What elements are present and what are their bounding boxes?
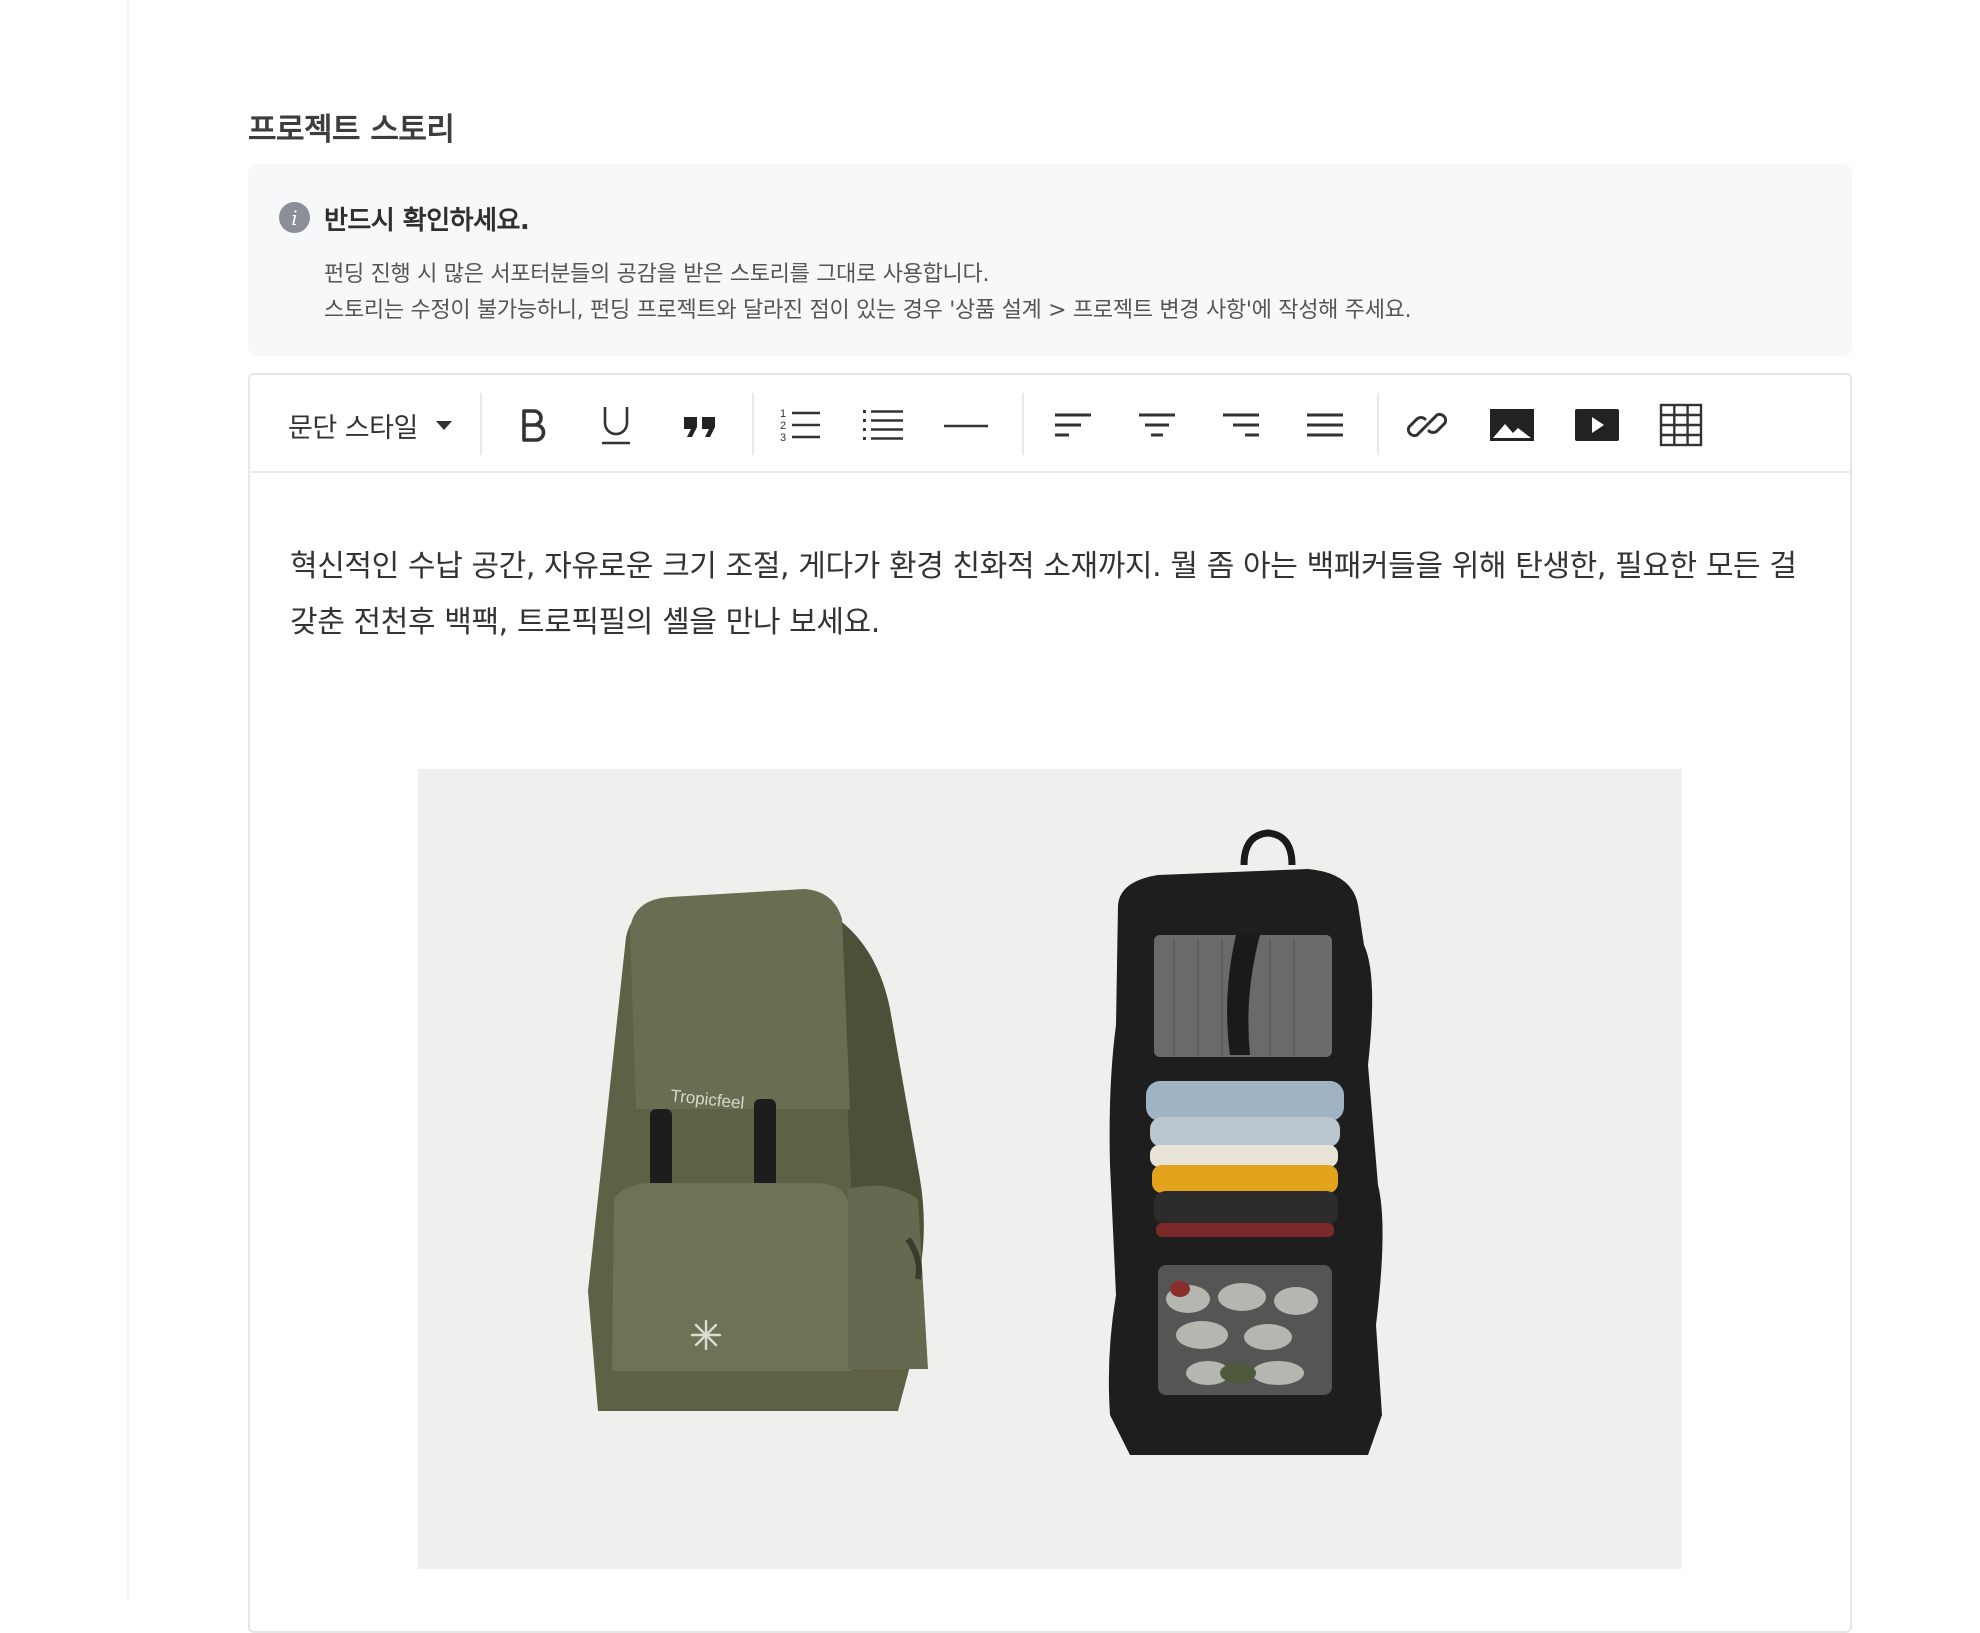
align-justify-button[interactable] (1295, 395, 1355, 455)
bullet-list-icon (863, 410, 903, 440)
editor-content-area[interactable]: 혁신적인 수납 공간, 자유로운 크기 조절, 게다가 환경 친화적 소재까지.… (250, 473, 1850, 1633)
svg-text:2: 2 (780, 420, 786, 432)
toolbar-separator (480, 393, 482, 455)
align-right-icon (1223, 413, 1259, 437)
section-title: 프로젝트 스토리 (248, 112, 455, 148)
paragraph-style-label: 문단 스타일 (288, 412, 418, 444)
align-left-icon (1055, 413, 1091, 437)
svg-text:1: 1 (780, 408, 786, 420)
underline-icon (602, 407, 630, 445)
align-center-button[interactable] (1127, 395, 1187, 455)
image-icon (1490, 409, 1534, 441)
notice-box: i 반드시 확인하세요. 펀딩 진행 시 많은 서포터분들의 공감을 받은 스토… (248, 164, 1852, 356)
bullet-list-button[interactable] (853, 395, 913, 455)
table-icon (1659, 403, 1703, 447)
link-button[interactable] (1397, 395, 1457, 455)
horizontal-rule-button[interactable] (936, 395, 996, 455)
video-button[interactable] (1567, 395, 1627, 455)
page-left-rule (127, 0, 129, 1600)
svg-text:3: 3 (780, 432, 786, 444)
quote-button[interactable] (670, 395, 730, 455)
notice-title: 반드시 확인하세요. (324, 206, 530, 236)
paragraph-style-dropdown[interactable]: 문단 스타일 (288, 403, 452, 447)
story-editor: 문단 스타일 1 2 3 혁신적인 수납 공간, 자유로운 크기 조절, 게다가… (248, 373, 1852, 1633)
backpacks-illustration: Tropicfeel (418, 769, 1682, 1569)
bold-icon (522, 409, 546, 442)
ordered-list-icon: 1 2 3 (780, 408, 820, 444)
horizontal-rule-icon (944, 424, 988, 428)
quote-icon (684, 417, 715, 437)
info-icon: i (279, 202, 310, 233)
ordered-list-button[interactable]: 1 2 3 (770, 395, 830, 455)
story-image[interactable]: Tropicfeel (418, 769, 1682, 1569)
toolbar-separator (752, 393, 754, 455)
toolbar-separator (1377, 393, 1379, 455)
story-paragraph: 혁신적인 수납 공간, 자유로운 크기 조절, 게다가 환경 친화적 소재까지.… (290, 549, 1797, 640)
align-right-button[interactable] (1211, 395, 1271, 455)
table-button[interactable] (1651, 395, 1711, 455)
link-icon (1406, 412, 1448, 438)
black-backpack-open (1108, 829, 1383, 1455)
align-center-icon (1139, 413, 1175, 437)
align-left-button[interactable] (1043, 395, 1103, 455)
editor-toolbar: 문단 스타일 1 2 3 (250, 375, 1850, 473)
notice-line-1: 펀딩 진행 시 많은 서포터분들의 공감을 받은 스토리를 그대로 사용합니다. (324, 262, 990, 287)
video-icon (1575, 409, 1619, 441)
align-justify-icon (1307, 413, 1343, 437)
notice-line-2: 스토리는 수정이 불가능하니, 펀딩 프로젝트와 달라진 점이 있는 경우 '상… (324, 298, 1412, 323)
image-button[interactable] (1482, 395, 1542, 455)
underline-button[interactable] (586, 395, 646, 455)
caret-down-icon (435, 420, 452, 430)
toolbar-separator (1022, 393, 1024, 455)
bold-button[interactable] (502, 395, 562, 455)
